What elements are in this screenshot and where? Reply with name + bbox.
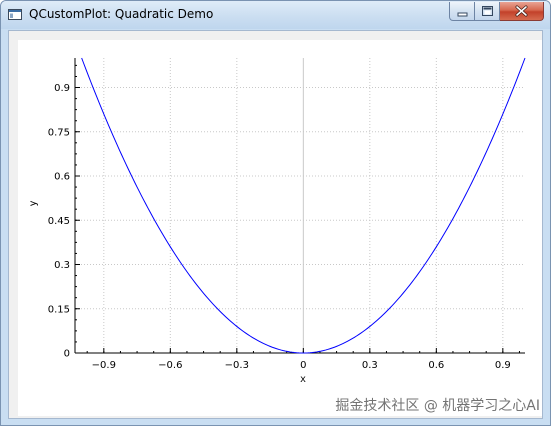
x-tick-label: −0.6	[158, 360, 182, 371]
app-window: QCustomPlot: Quadratic Demo −0.9 −0.6 −0…	[0, 0, 551, 426]
x-tick-label: 0.6	[428, 360, 444, 371]
window-client-area: −0.9 −0.6 −0.3 0 0.3 0.6 0.9 0 0.15 0.3 0.45 0.6 0.7…	[8, 30, 543, 419]
x-tick-label: 0.9	[495, 360, 511, 371]
y-tick-label: 0.75	[48, 127, 70, 138]
quadratic-chart[interactable]: −0.9 −0.6 −0.3 0 0.3 0.6 0.9 0 0.15 0.3 0.45 0.6 0.7…	[18, 40, 542, 416]
y-tick-label: 0	[64, 349, 70, 360]
maximize-button[interactable]	[475, 2, 500, 21]
minimize-icon	[457, 12, 468, 17]
maximize-icon	[482, 6, 493, 16]
caption-buttons	[449, 2, 544, 21]
custom-plot-widget[interactable]: −0.9 −0.6 −0.3 0 0.3 0.6 0.9 0 0.15 0.3 0.45 0.6 0.7…	[18, 40, 542, 416]
x-tick-label: 0.3	[362, 360, 378, 371]
x-tick-label: 0	[300, 360, 306, 371]
watermark-text: 掘金技术社区 @ 机器学习之心AI	[335, 398, 540, 414]
y-tick-label: 0.3	[54, 260, 70, 271]
minimize-button[interactable]	[449, 2, 475, 21]
y-axis-label: y	[28, 200, 39, 206]
x-axis-label: x	[300, 374, 306, 385]
close-icon	[515, 5, 528, 17]
x-tick-label: −0.9	[92, 360, 116, 371]
y-tick-label: 0.9	[54, 83, 70, 94]
y-tick-label: 0.45	[48, 216, 70, 227]
window-title: QCustomPlot: Quadratic Demo	[29, 7, 214, 21]
x-tick-label: −0.3	[225, 360, 249, 371]
y-tick-label: 0.15	[48, 304, 70, 315]
title-bar[interactable]: QCustomPlot: Quadratic Demo	[1, 1, 550, 29]
qt-window-icon	[8, 9, 22, 20]
y-tick-label: 0.6	[54, 172, 70, 183]
close-button[interactable]	[500, 2, 544, 21]
